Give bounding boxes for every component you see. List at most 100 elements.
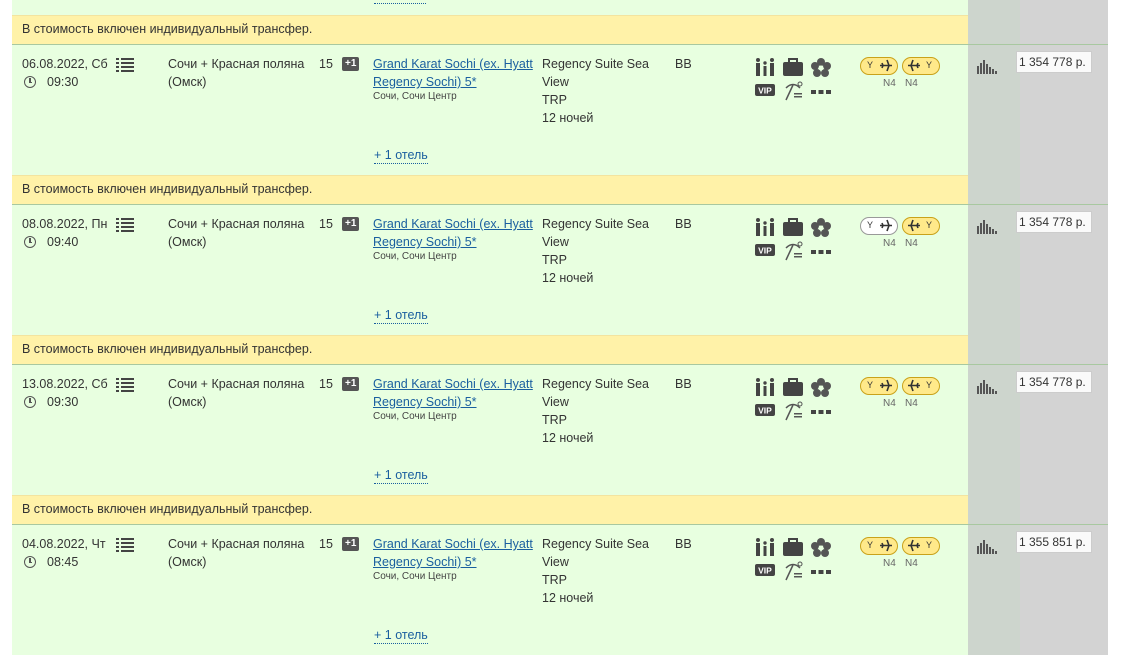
tour-region: Сочи + Красная поляна xyxy=(168,377,305,391)
more-dots-icon[interactable] xyxy=(810,241,832,261)
more-hotel-link[interactable]: + 1 отель xyxy=(374,148,428,164)
extra-night-badge: +1 xyxy=(342,377,360,391)
price-column xyxy=(1020,335,1108,364)
meal-plan: BB xyxy=(675,377,692,391)
hotel-nights: 12 ночей xyxy=(542,271,594,285)
service-icons: VIP xyxy=(754,217,834,267)
outbound-flight-pill[interactable]: Y xyxy=(860,537,898,555)
plane-right-icon xyxy=(880,59,892,72)
price-column xyxy=(1020,495,1108,524)
meal-plan: BB xyxy=(675,217,692,231)
price-button[interactable]: 1 355 851 р. xyxy=(1016,531,1092,553)
more-hotel-link[interactable]: + 1 отель xyxy=(374,308,428,324)
previous-row-tail: + 1 отель xyxy=(12,0,1108,15)
tour-row: 06.08.2022, Сб 09:30 Сочи + Красная поля… xyxy=(12,44,1108,175)
vip-icon[interactable]: VIP xyxy=(754,81,776,101)
departure-date: 08.08.2022, Пн xyxy=(22,217,108,231)
flower-icon[interactable] xyxy=(810,377,832,397)
tour-name: Сочи + Красная поляна (Омск) xyxy=(168,215,318,251)
room-type-line2: View xyxy=(542,555,569,569)
extra-night-badge: +1 xyxy=(342,57,360,71)
price-chart-icon[interactable] xyxy=(977,540,997,554)
price-column xyxy=(1020,175,1108,204)
family-icon[interactable] xyxy=(754,217,776,237)
outbound-class: Y xyxy=(867,220,874,230)
outbound-flight-pill[interactable]: Y xyxy=(860,217,898,235)
return-flight-pill[interactable]: Y xyxy=(902,537,940,555)
more-hotel-link[interactable]: + 1 отель xyxy=(374,468,428,484)
family-icon[interactable] xyxy=(754,57,776,77)
vip-icon[interactable]: VIP xyxy=(754,401,776,421)
plane-left-icon xyxy=(908,539,920,552)
transfer-notice: В стоимость включен индивидуальный транс… xyxy=(12,15,1008,44)
outbound-flight-code: N4 xyxy=(883,78,896,89)
room-type-line1: Regency Suite Sea xyxy=(542,537,650,551)
tour-region: Сочи + Красная поляна xyxy=(168,217,305,231)
flower-icon[interactable] xyxy=(810,537,832,557)
tour-program-list-icon[interactable] xyxy=(116,217,134,233)
transfer-notice: В стоимость включен индивидуальный транс… xyxy=(12,495,1008,524)
price-button[interactable]: 1 354 778 р. xyxy=(1016,371,1092,393)
room-cell: Regency Suite Sea View TRP 12 ночей xyxy=(542,215,662,287)
beach-icon[interactable] xyxy=(782,561,804,581)
hotel-name-link[interactable]: Grand Karat Sochi (ex. Hyatt Regency Soc… xyxy=(373,57,533,89)
tour-name: Сочи + Красная поляна (Омск) xyxy=(168,375,318,411)
extra-night-badge: +1 xyxy=(342,217,360,231)
flight-info: Y Y N4 N4 xyxy=(860,377,950,417)
luggage-icon[interactable] xyxy=(782,537,804,557)
beach-icon[interactable] xyxy=(782,401,804,421)
hotel-name-line1: Grand Karat Sochi (ex. Hyatt xyxy=(373,57,533,71)
transfer-notice: В стоимость включен индивидуальный транс… xyxy=(12,175,1008,204)
departure-date: 04.08.2022, Чт xyxy=(22,537,106,551)
family-icon[interactable] xyxy=(754,377,776,397)
clock-icon xyxy=(24,236,36,248)
more-dots-icon[interactable] xyxy=(810,401,832,421)
hotel-name-link[interactable]: Grand Karat Sochi (ex. Hyatt Regency Soc… xyxy=(373,217,533,249)
accommodation-type: TRP xyxy=(542,413,567,427)
beach-icon[interactable] xyxy=(782,241,804,261)
hotel-cell: Grand Karat Sochi (ex. Hyatt Regency Soc… xyxy=(373,215,538,263)
price-chart-icon[interactable] xyxy=(977,220,997,234)
return-flight-pill[interactable]: Y xyxy=(902,57,940,75)
hotel-name-line2: Regency Sochi) 5* xyxy=(373,395,477,409)
vip-icon[interactable]: VIP xyxy=(754,561,776,581)
more-dots-icon[interactable] xyxy=(810,561,832,581)
meal-plan: BB xyxy=(675,537,692,551)
return-flight-pill[interactable]: Y xyxy=(902,377,940,395)
return-flight-pill[interactable]: Y xyxy=(902,217,940,235)
more-dots-icon[interactable] xyxy=(810,81,832,101)
tour-program-list-icon[interactable] xyxy=(116,57,134,73)
more-hotel-link[interactable]: + 1 отель xyxy=(374,0,426,4)
tour-program-list-icon[interactable] xyxy=(116,537,134,553)
departure-date-cell: 13.08.2022, Сб 09:30 xyxy=(22,375,108,411)
clock-icon xyxy=(24,556,36,568)
price-button[interactable]: 1 354 778 р. xyxy=(1016,211,1092,233)
hotel-name-link[interactable]: Grand Karat Sochi (ex. Hyatt Regency Soc… xyxy=(373,377,533,409)
flight-info: Y Y N4 N4 xyxy=(860,57,950,97)
price-button[interactable]: 1 354 778 р. xyxy=(1016,51,1092,73)
outbound-flight-pill[interactable]: Y xyxy=(860,57,898,75)
flower-icon[interactable] xyxy=(810,217,832,237)
family-icon[interactable] xyxy=(754,537,776,557)
hotel-name-line2: Regency Sochi) 5* xyxy=(373,555,477,569)
tour-region: Сочи + Красная поляна xyxy=(168,57,305,71)
luggage-icon[interactable] xyxy=(782,377,804,397)
hotel-location: Сочи, Сочи Центр xyxy=(373,91,457,102)
hotel-cell: Grand Karat Sochi (ex. Hyatt Regency Soc… xyxy=(373,55,538,103)
tour-offer: В стоимость включен индивидуальный транс… xyxy=(12,175,1108,335)
tour-program-list-icon[interactable] xyxy=(116,377,134,393)
clock-icon xyxy=(24,76,36,88)
outbound-flight-pill[interactable]: Y xyxy=(860,377,898,395)
nights-count: 15 xyxy=(319,537,333,551)
vip-icon[interactable]: VIP xyxy=(754,241,776,261)
more-hotel-link[interactable]: + 1 отель xyxy=(374,628,428,644)
hotel-name-link[interactable]: Grand Karat Sochi (ex. Hyatt Regency Soc… xyxy=(373,537,533,569)
flower-icon[interactable] xyxy=(810,57,832,77)
beach-icon[interactable] xyxy=(782,81,804,101)
price-chart-icon[interactable] xyxy=(977,60,997,74)
luggage-icon[interactable] xyxy=(782,57,804,77)
accommodation-type: TRP xyxy=(542,573,567,587)
luggage-icon[interactable] xyxy=(782,217,804,237)
plane-right-icon xyxy=(880,539,892,552)
price-chart-icon[interactable] xyxy=(977,380,997,394)
